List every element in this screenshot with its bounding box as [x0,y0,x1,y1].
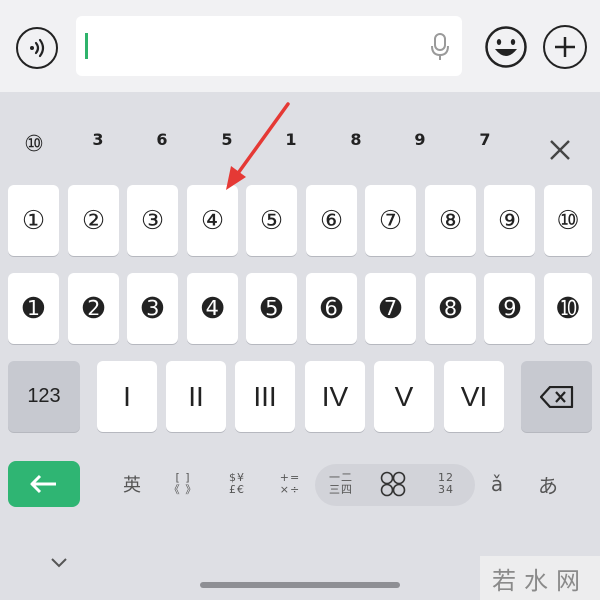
chinese-numerals[interactable]: 一二 三四 [329,468,353,500]
key-filled-3[interactable]: ➌ [127,273,178,344]
math-symbols[interactable]: += ×÷ [280,468,300,500]
math-bottom: ×÷ [279,483,301,496]
watermark: 若水网 [480,556,600,600]
language-switch[interactable]: 英 [123,468,141,500]
currency-bottom: £€ [229,483,245,496]
kana-tab[interactable]: あ [538,468,558,500]
candidate-item[interactable]: ⑩ [24,132,44,157]
circled-digits-icon [380,471,406,497]
key-circled-9[interactable]: ⑨ [484,185,535,256]
key-roman-5[interactable]: V [374,361,434,432]
numeric-mode-key[interactable]: 123 [8,361,80,432]
return-key[interactable] [8,461,80,507]
numerals-bottom: 三四 [329,483,353,496]
candidate-item[interactable]: 6 [156,130,167,149]
key-roman-2[interactable]: II [166,361,226,432]
key-roman-3[interactable]: III [235,361,295,432]
voice-mode-button[interactable] [16,27,58,69]
candidate-item[interactable]: 3 [92,130,103,149]
candidate-item[interactable]: 1 [285,130,296,149]
key-filled-7[interactable]: ➐ [365,273,416,344]
key-circled-1[interactable]: ① [8,185,59,256]
close-icon[interactable] [548,138,572,162]
microphone-icon[interactable] [428,31,452,63]
key-roman-1[interactable]: I [97,361,157,432]
plus-icon [555,37,575,57]
backspace-icon [539,385,573,408]
key-filled-1[interactable]: ➊ [8,273,59,344]
brackets-bottom: 《 》 [168,483,198,496]
emoji-button[interactable] [484,25,528,69]
key-filled-2[interactable]: ➋ [68,273,119,344]
key-circled-10[interactable]: ⑩ [544,185,592,256]
key-circled-5[interactable]: ⑤ [246,185,297,256]
key-roman-4[interactable]: IV [305,361,365,432]
key-circled-4[interactable]: ④ [187,185,238,256]
sound-waves-icon [30,38,45,58]
pinyin-tab[interactable]: ǎ [491,468,503,500]
key-circled-2[interactable]: ② [68,185,119,256]
key-filled-8[interactable]: ➑ [425,273,476,344]
digits-bottom: 34 [438,483,454,496]
candidate-item[interactable]: 8 [350,130,361,149]
key-filled-10[interactable]: ➓ [544,273,592,344]
keyboard [0,92,600,600]
key-circled-3[interactable]: ③ [127,185,178,256]
digits-tab[interactable]: 12 34 [438,468,454,500]
candidate-item[interactable]: 5 [221,130,232,149]
key-circled-7[interactable]: ⑦ [365,185,416,256]
text-cursor [85,33,88,59]
key-filled-5[interactable]: ➎ [246,273,297,344]
candidate-bar: ⑩ 3 6 5 1 8 9 7 [0,130,600,162]
home-indicator[interactable] [200,582,400,588]
arrow-left-icon [30,474,56,494]
smiley-icon [485,26,527,68]
key-filled-6[interactable]: ➏ [306,273,357,344]
backspace-key[interactable] [521,361,592,432]
chevron-down-icon[interactable] [50,557,68,569]
candidate-item[interactable]: 9 [414,130,425,149]
brackets-symbols[interactable]: [ ] 《 》 [169,468,198,500]
circled-numbers-tab[interactable] [380,468,406,500]
key-filled-9[interactable]: ➒ [484,273,535,344]
candidate-item[interactable]: 7 [479,130,490,149]
key-circled-6[interactable]: ⑥ [306,185,357,256]
key-filled-4[interactable]: ➍ [187,273,238,344]
currency-symbols[interactable]: $¥ £€ [229,468,245,500]
key-roman-6[interactable]: VI [444,361,504,432]
more-button[interactable] [543,25,587,69]
message-input[interactable] [76,16,462,76]
key-circled-8[interactable]: ⑧ [425,185,476,256]
input-bar [0,0,600,92]
